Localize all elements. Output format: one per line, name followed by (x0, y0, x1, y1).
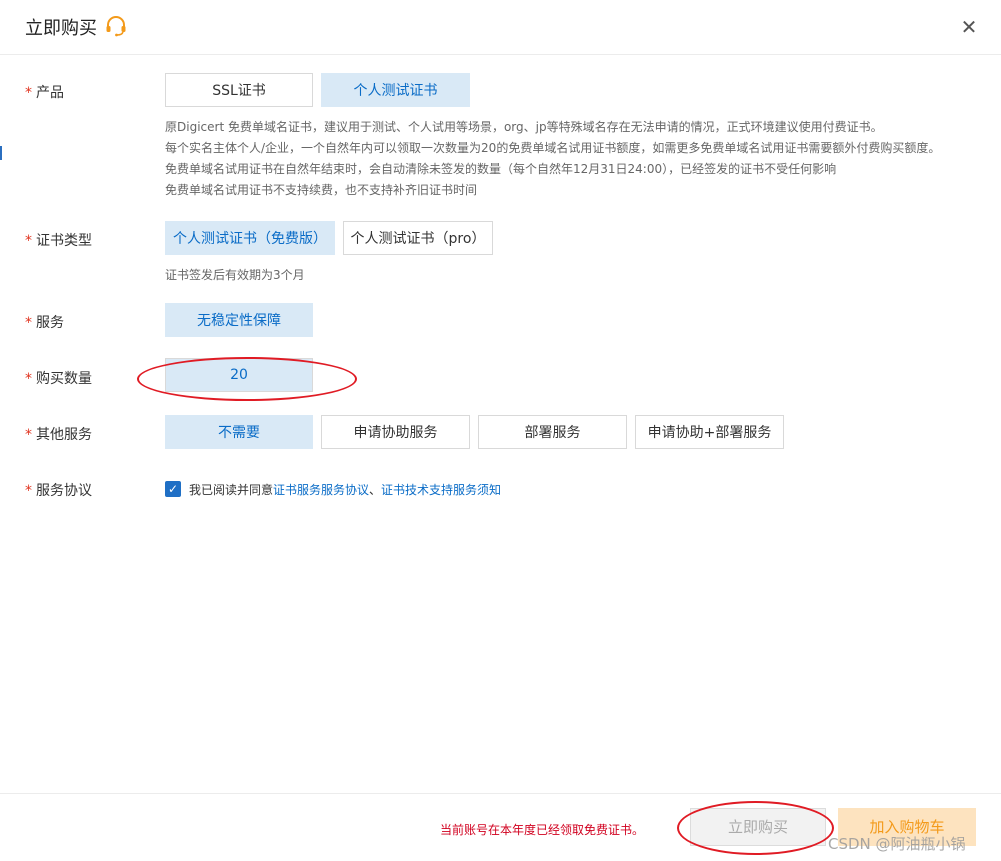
desc-line: 每个实名主体个人/企业，一个自然年内可以领取一次数量为20的免费单域名试用证书额… (165, 141, 941, 155)
left-edge-marker (0, 146, 2, 160)
service-agreement-link[interactable]: 证书服务服务协议 (273, 483, 369, 497)
agreement-separator: 、 (369, 483, 382, 497)
required-star: * (25, 371, 32, 387)
desc-line: 免费单域名试用证书在自然年结束时，会自动清除未签发的数量（每个自然年12月31日… (165, 162, 837, 176)
required-star: * (25, 233, 32, 249)
agreement-text: 我已阅读并同意证书服务服务协议、证书技术支持服务须知 (189, 481, 501, 498)
desc-line: 免费单域名试用证书不支持续费，也不支持补齐旧证书时间 (165, 183, 478, 197)
option-no-stability-guarantee[interactable]: 无稳定性保障 (165, 303, 313, 337)
required-star: * (25, 427, 32, 443)
option-not-needed[interactable]: 不需要 (165, 415, 313, 449)
required-star: * (25, 483, 32, 499)
agreement-label-text: 服务协议 (36, 483, 92, 499)
buy-now-button[interactable]: 立即购买 (690, 808, 826, 846)
agreement-prefix: 我已阅读并同意 (189, 483, 274, 497)
option-assist-plus-deploy[interactable]: 申请协助+部署服务 (635, 415, 784, 449)
other-service-label: * 其他服务 (25, 424, 92, 444)
option-pro-edition[interactable]: 个人测试证书（pro） (343, 221, 493, 255)
agreement-checkbox[interactable]: ✓ (165, 481, 181, 497)
service-label-text: 服务 (36, 315, 64, 331)
quantity-label: * 购买数量 (25, 368, 92, 388)
dialog-header: 立即购买 ✕ (0, 0, 1001, 55)
option-personal-test-cert[interactable]: 个人测试证书 (321, 73, 470, 107)
quantity-field[interactable]: 20 (165, 358, 313, 392)
close-icon[interactable]: ✕ (958, 16, 980, 38)
csdn-watermark: CSDN @阿油瓶小锅 (828, 835, 966, 853)
cert-type-label-text: 证书类型 (36, 233, 92, 249)
dialog-title: 立即购买 (25, 18, 97, 39)
product-label-text: 产品 (36, 85, 64, 101)
product-description: 原Digicert 免费单域名证书，建议用于测试、个人试用等场景，org、jp等… (165, 117, 940, 201)
desc-line: 原Digicert 免费单域名证书，建议用于测试、个人试用等场景，org、jp等… (165, 120, 883, 134)
cert-validity-note: 证书签发后有效期为3个月 (165, 268, 305, 282)
purchase-dialog: 立即购买 ✕ * 产品 SSL证书 个人测试证书 原Digicert 免费单域名证… (0, 0, 1001, 860)
required-star: * (25, 315, 32, 331)
tech-support-notice-link[interactable]: 证书技术支持服务须知 (381, 483, 501, 497)
headset-support-icon[interactable] (104, 14, 128, 38)
product-label: * 产品 (25, 82, 64, 102)
cert-type-label: * 证书类型 (25, 230, 92, 250)
option-ssl-cert[interactable]: SSL证书 (165, 73, 313, 107)
option-application-assist[interactable]: 申请协助服务 (321, 415, 470, 449)
option-deployment[interactable]: 部署服务 (478, 415, 627, 449)
service-label: * 服务 (25, 312, 64, 332)
required-star: * (25, 85, 32, 101)
option-free-edition[interactable]: 个人测试证书（免费版） (165, 221, 335, 255)
free-cert-notice: 当前账号在本年度已经领取免费证书。 (440, 823, 645, 837)
other-service-label-text: 其他服务 (36, 427, 92, 443)
agreement-label: * 服务协议 (25, 480, 92, 500)
quantity-label-text: 购买数量 (36, 371, 92, 387)
